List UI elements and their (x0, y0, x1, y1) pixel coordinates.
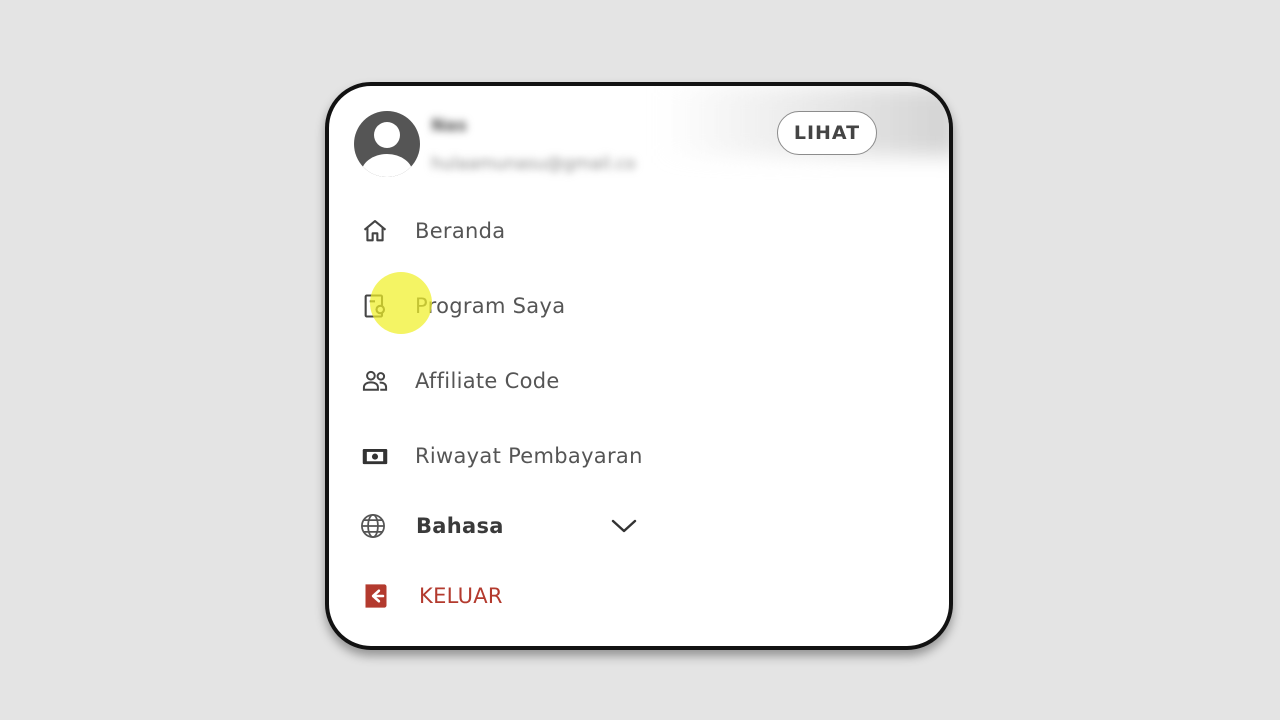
user-name: Nas (431, 116, 467, 136)
menu-item-label: Riwayat Pembayaran (415, 444, 643, 468)
logout-icon (360, 580, 392, 612)
avatar-body (361, 154, 413, 177)
menu-item-label: Affiliate Code (415, 369, 560, 393)
user-email: hulaamunasu@gmail.co (431, 154, 636, 174)
menu-item-label: Program Saya (415, 294, 566, 318)
chevron-down-icon[interactable] (610, 516, 638, 536)
view-profile-button[interactable]: LIHAT (777, 111, 877, 155)
avatar[interactable] (354, 111, 420, 177)
logout-button[interactable]: KELUAR (360, 576, 503, 616)
home-icon (359, 215, 391, 247)
profile-menu-card: Nas hulaamunasu@gmail.co LIHAT Beranda P… (325, 82, 953, 650)
avatar-head (374, 122, 400, 148)
language-selector[interactable]: Bahasa (357, 506, 638, 546)
globe-icon (357, 510, 389, 542)
language-label: Bahasa (416, 514, 504, 538)
menu-item-riwayat-pembayaran[interactable]: Riwayat Pembayaran (359, 436, 643, 476)
payment-icon (359, 440, 391, 472)
menu-item-program-saya[interactable]: Program Saya (359, 286, 565, 326)
menu-item-affiliate-code[interactable]: Affiliate Code (359, 361, 560, 401)
program-icon (359, 290, 391, 322)
users-icon (359, 365, 391, 397)
logout-label: KELUAR (419, 584, 503, 608)
menu-item-label: Beranda (415, 219, 506, 243)
menu-item-beranda[interactable]: Beranda (359, 211, 505, 251)
